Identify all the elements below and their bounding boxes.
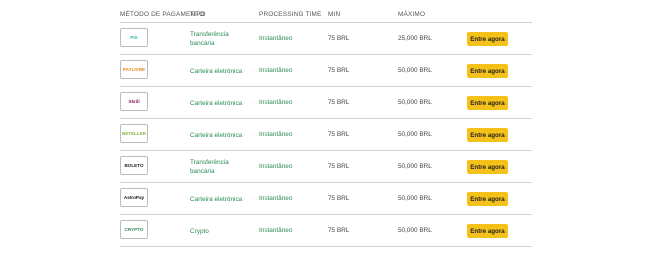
min-amount: 75 BRL (328, 195, 350, 202)
min-amount: 75 BRL (328, 67, 350, 74)
processing-time: Instantâneo (259, 99, 293, 106)
enter-now-button[interactable]: Entre agora (467, 128, 508, 142)
max-amount: 50,000 BRL (398, 227, 432, 234)
header-min: MIN (328, 11, 341, 18)
enter-now-button[interactable]: Entre agora (467, 192, 508, 206)
table-row: Skrill Carteira eletrônica Instantâneo 7… (120, 87, 532, 119)
payment-type: Carteira eletrônica (190, 196, 243, 203)
table-row: AstroPay Carteira eletrônica Instantâneo… (120, 183, 532, 215)
header-type: TIPO (190, 11, 206, 18)
logo-text: PIX (130, 35, 138, 40)
enter-now-button[interactable]: Entre agora (467, 96, 508, 110)
crypto-icon: CRYPTO (120, 220, 148, 239)
neteller-icon: NETELLER (120, 124, 148, 143)
processing-time: Instantâneo (259, 67, 293, 74)
logo-text: Skrill (128, 99, 140, 104)
logo-text: BOLETO (124, 163, 144, 168)
table-row: PAYLIVRE Carteira eletrônica Instantâneo… (120, 55, 532, 87)
payment-methods-table: MÉTODO DE PAGAMENTO TIPO PROCESSING TIME… (120, 6, 532, 247)
skrill-icon: Skrill (120, 92, 148, 111)
table-row: PIX Transferência bancária Instantâneo 7… (120, 23, 532, 55)
table-header: MÉTODO DE PAGAMENTO TIPO PROCESSING TIME… (120, 6, 532, 23)
table-row: NETELLER Carteira eletrônica Instantâneo… (120, 119, 532, 151)
max-amount: 50,000 BRL (398, 67, 432, 74)
max-amount: 50,000 BRL (398, 163, 432, 170)
logo-text: AstroPay (123, 195, 145, 200)
enter-now-button[interactable]: Entre agora (467, 224, 508, 238)
enter-now-button[interactable]: Entre agora (467, 64, 508, 78)
max-amount: 50,000 BRL (398, 99, 432, 106)
processing-time: Instantâneo (259, 195, 293, 202)
payment-type: Carteira eletrônica (190, 100, 243, 107)
min-amount: 75 BRL (328, 131, 350, 138)
payment-type: Transferência bancária (190, 31, 229, 47)
max-amount: 25,000 BRL (398, 35, 432, 42)
table-row: CRYPTO Crypto Instantâneo 75 BRL 50,000 … (120, 215, 532, 247)
min-amount: 75 BRL (328, 227, 350, 234)
payment-type: Carteira eletrônica (190, 68, 243, 75)
logo-text: NETELLER (121, 131, 147, 136)
boleto-icon: BOLETO (120, 156, 148, 175)
min-amount: 75 BRL (328, 163, 350, 170)
enter-now-button[interactable]: Entre agora (467, 160, 508, 174)
max-amount: 50,000 BRL (398, 131, 432, 138)
header-processing-time: PROCESSING TIME (259, 11, 322, 18)
payment-type: Crypto (190, 228, 209, 235)
payment-type: Transferência bancária (190, 159, 229, 175)
payment-type: Carteira eletrônica (190, 132, 243, 139)
min-amount: 75 BRL (328, 99, 350, 106)
pix-icon: PIX (120, 28, 148, 47)
processing-time: Instantâneo (259, 227, 293, 234)
processing-time: Instantâneo (259, 131, 293, 138)
processing-time: Instantâneo (259, 163, 293, 170)
paylivre-icon: PAYLIVRE (120, 60, 148, 79)
logo-text: CRYPTO (124, 227, 144, 232)
table-body: PIX Transferência bancária Instantâneo 7… (120, 23, 532, 247)
enter-now-button[interactable]: Entre agora (467, 32, 508, 46)
logo-text: PAYLIVRE (122, 67, 146, 72)
astropay-icon: AstroPay (120, 188, 148, 207)
max-amount: 50,000 BRL (398, 195, 432, 202)
header-max: MÁXIMO (398, 11, 426, 18)
min-amount: 75 BRL (328, 35, 350, 42)
processing-time: Instantâneo (259, 35, 293, 42)
table-row: BOLETO Transferência bancária Instantâne… (120, 151, 532, 183)
